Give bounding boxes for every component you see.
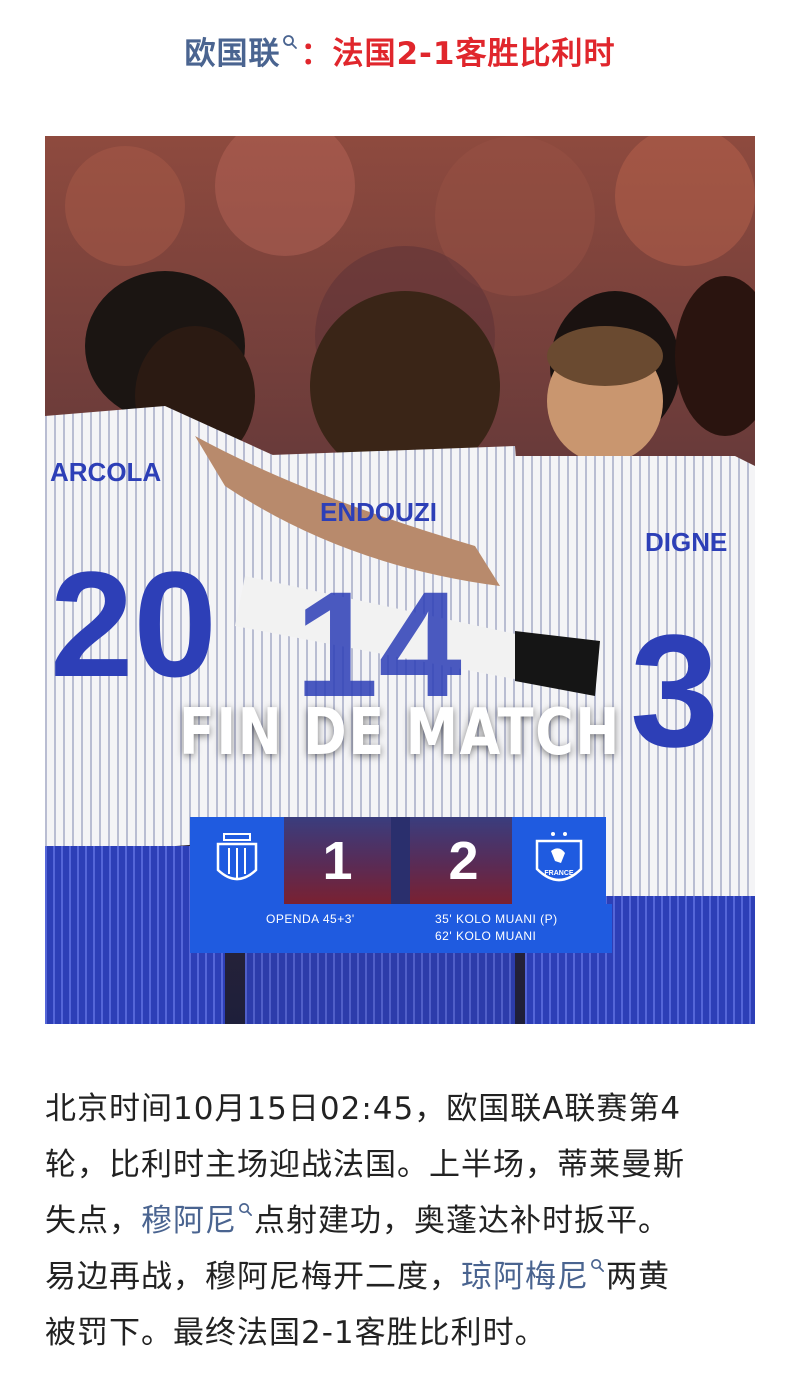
headline-separator: ： bbox=[300, 36, 333, 72]
away-scorer: 62' KOLO MUANI bbox=[435, 929, 537, 943]
article-text: 易边再战，穆阿尼梅开二度， bbox=[45, 1259, 461, 1295]
away-score: 2 bbox=[410, 817, 517, 904]
article-line: 轮，比利时主场迎战法国。上半场，蒂莱曼斯 bbox=[45, 1147, 685, 1183]
article-body: 北京时间10月15日02:45，欧国联A联赛第4 轮，比利时主场迎战法国。上半场… bbox=[45, 1081, 760, 1361]
search-icon[interactable] bbox=[282, 22, 298, 58]
search-icon[interactable] bbox=[238, 1179, 253, 1235]
article-text: 点射建功，奥蓬达补时扳平。 bbox=[254, 1203, 670, 1239]
home-scorer: OPENDA 45+3' bbox=[266, 912, 355, 926]
article-line: 易边再战，穆阿尼梅开二度，琼阿梅尼 两黄 bbox=[45, 1249, 760, 1305]
jersey-name-2: ENDOUZI bbox=[320, 497, 437, 527]
article-line: 被罚下。最终法国2-1客胜比利时。 bbox=[45, 1315, 547, 1351]
headline-title: 法国2-1客胜比利时 bbox=[332, 36, 616, 72]
player-link-tchouameni[interactable]: 琼阿梅尼 bbox=[461, 1259, 589, 1295]
belgium-crest-icon bbox=[190, 817, 284, 904]
article-line: 失点，穆阿尼 点射建功，奥蓬达补时扳平。 bbox=[45, 1193, 760, 1249]
jersey-name-1: ARCOLA bbox=[50, 457, 161, 487]
jersey-name-3: DIGNE bbox=[645, 527, 727, 557]
player-link-muani[interactable]: 穆阿尼 bbox=[141, 1203, 237, 1239]
home-score: 1 bbox=[284, 817, 391, 904]
france-crest-icon: FRANCE bbox=[512, 817, 606, 904]
article-line: 北京时间10月15日02:45，欧国联A联赛第4 bbox=[45, 1091, 682, 1127]
article-text: 两黄 bbox=[606, 1259, 670, 1295]
search-icon[interactable] bbox=[590, 1235, 605, 1291]
match-photo[interactable]: 20 14 3 ARCOLA ENDOUZI DIGNE FIN DE MATC… bbox=[45, 136, 755, 1024]
headline-tag-link[interactable]: 欧国联 bbox=[184, 36, 280, 72]
scorers-row: OPENDA 45+3' 35' KOLO MUANI (P) 62' KOLO… bbox=[190, 904, 612, 953]
jersey-number-1: 20 bbox=[50, 540, 217, 708]
article-text: 失点， bbox=[45, 1203, 141, 1239]
away-scorer: 35' KOLO MUANI (P) bbox=[435, 912, 558, 926]
france-crest-text: FRANCE bbox=[544, 870, 573, 877]
final-whistle-banner: FIN DE MATCH bbox=[179, 696, 621, 770]
score-divider bbox=[391, 817, 410, 904]
article-headline: 欧国联 ：法国2-1客胜比利时 bbox=[0, 28, 800, 73]
score-panel: 1 2 FRANCE OPENDA 45+3' 35' KOLO MUANI (… bbox=[190, 817, 612, 953]
